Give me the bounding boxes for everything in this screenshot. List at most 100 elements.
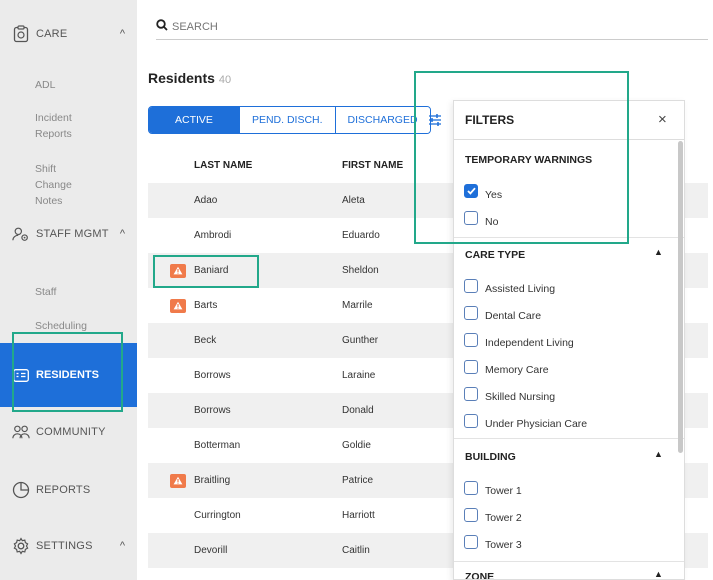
caret-up-icon[interactable]: ▲ bbox=[654, 569, 663, 579]
close-icon[interactable]: × bbox=[658, 112, 667, 127]
option-label: Skilled Nursing bbox=[485, 391, 556, 403]
option-label: Tower 1 bbox=[485, 485, 522, 497]
page-title: Residents 40 bbox=[148, 70, 231, 86]
checkbox[interactable] bbox=[464, 535, 478, 549]
cell-last-name: Braitling bbox=[194, 475, 231, 486]
checkbox[interactable] bbox=[464, 279, 478, 293]
sidebar-item-staff[interactable]: Staff bbox=[35, 284, 56, 300]
checkbox-option-under-physician-care[interactable]: Under Physician Care bbox=[464, 412, 587, 430]
checkbox[interactable] bbox=[464, 306, 478, 320]
checkbox[interactable] bbox=[464, 508, 478, 522]
section-heading-zone: ZONE bbox=[465, 571, 495, 580]
cell-last-name: Barts bbox=[194, 300, 218, 311]
checkbox[interactable] bbox=[464, 333, 478, 347]
cell-first-name: Goldie bbox=[342, 440, 371, 451]
checkbox-option-no[interactable]: No bbox=[464, 208, 498, 228]
checkbox-option-memory-care[interactable]: Memory Care bbox=[464, 358, 549, 376]
caret-up-icon[interactable]: ▲ bbox=[654, 247, 663, 257]
checkbox-option-skilled-nursing[interactable]: Skilled Nursing bbox=[464, 385, 555, 403]
warning-icon bbox=[170, 263, 186, 278]
chevron-up-icon[interactable]: ^ bbox=[120, 540, 125, 552]
option-label: Yes bbox=[485, 189, 503, 201]
section-heading-care-type: CARE TYPE bbox=[465, 249, 526, 261]
sidebar-section-community[interactable]: COMMUNITY bbox=[0, 420, 137, 444]
checkbox-option-tower-2[interactable]: Tower 2 bbox=[464, 506, 522, 524]
cell-first-name: Marrile bbox=[342, 300, 373, 311]
filters-panel: FILTERS × TEMPORARY WARNINGS Yes No CARE… bbox=[453, 100, 685, 580]
scrollbar-thumb[interactable] bbox=[678, 141, 683, 453]
cell-last-name: Currington bbox=[194, 510, 241, 521]
id-card-icon bbox=[12, 366, 30, 384]
pie-chart-icon bbox=[12, 481, 30, 499]
search-bar bbox=[156, 14, 708, 40]
search-icon[interactable] bbox=[156, 18, 168, 36]
cell-last-name: Beck bbox=[194, 335, 217, 346]
cell-last-name: Adao bbox=[194, 195, 218, 206]
divider bbox=[454, 561, 684, 562]
filters-scrollbar[interactable] bbox=[677, 141, 683, 579]
option-label: Tower 2 bbox=[485, 512, 522, 524]
cell-first-name: Harriott bbox=[342, 510, 375, 521]
checkbox-option-assisted-living[interactable]: Assisted Living bbox=[464, 277, 555, 295]
checkbox[interactable] bbox=[464, 387, 478, 401]
resident-count: 40 bbox=[218, 74, 232, 86]
sidebar-section-staff-mgmt[interactable]: STAFF MGMT ^ bbox=[0, 222, 137, 246]
sidebar-section-label: COMMUNITY bbox=[36, 426, 106, 438]
chevron-up-icon[interactable]: ^ bbox=[120, 228, 125, 240]
cell-last-name: Botterman bbox=[194, 440, 241, 451]
checkbox-option-independent-living[interactable]: Independent Living bbox=[464, 331, 574, 349]
filter-sliders-icon[interactable] bbox=[428, 113, 442, 132]
sidebar-section-care[interactable]: CARE ^ bbox=[0, 22, 137, 46]
sidebar-section-settings[interactable]: SETTINGS ^ bbox=[0, 534, 137, 558]
cell-first-name: Laraine bbox=[342, 370, 376, 381]
checkbox[interactable] bbox=[464, 414, 478, 428]
checkbox-option-yes[interactable]: Yes bbox=[464, 181, 502, 201]
sidebar-section-label: REPORTS bbox=[36, 484, 91, 496]
option-label: Dental Care bbox=[485, 310, 542, 322]
tab-discharged[interactable]: DISCHARGED bbox=[335, 107, 430, 133]
option-label: Under Physician Care bbox=[485, 418, 588, 430]
cell-last-name: Borrows bbox=[194, 370, 231, 381]
tab-pend-disch[interactable]: PEND. DISCH. bbox=[239, 107, 336, 133]
option-label: No bbox=[485, 216, 499, 228]
checkbox[interactable] bbox=[464, 360, 478, 374]
people-icon bbox=[12, 423, 30, 441]
option-label: Assisted Living bbox=[485, 283, 556, 295]
checkbox[interactable] bbox=[464, 481, 478, 495]
tab-active[interactable]: ACTIVE bbox=[149, 107, 240, 133]
cell-first-name: Aleta bbox=[342, 195, 365, 206]
section-heading-building: BUILDING bbox=[465, 451, 516, 463]
warning-icon bbox=[170, 298, 186, 313]
cell-last-name: Ambrodi bbox=[194, 230, 232, 241]
cell-first-name: Donald bbox=[342, 405, 374, 416]
sidebar-item-residents[interactable]: RESIDENTS bbox=[0, 343, 137, 407]
page-title-text: Residents bbox=[148, 70, 215, 86]
checkbox[interactable] bbox=[464, 211, 478, 225]
column-header-last-name[interactable]: LAST NAME bbox=[194, 160, 252, 171]
warning-icon bbox=[170, 473, 186, 488]
cell-last-name: Baniard bbox=[194, 265, 229, 276]
sidebar-item-shift-change-notes[interactable]: Shift Change Notes bbox=[35, 161, 85, 209]
checkbox-checked[interactable] bbox=[464, 184, 478, 198]
filters-header: FILTERS × bbox=[454, 101, 684, 140]
cell-first-name: Patrice bbox=[342, 475, 374, 486]
checkbox-option-tower-1[interactable]: Tower 1 bbox=[464, 479, 522, 497]
search-input[interactable] bbox=[172, 20, 472, 33]
sidebar-item-label: RESIDENTS bbox=[36, 369, 99, 381]
divider bbox=[454, 438, 684, 439]
sidebar-item-adl[interactable]: ADL bbox=[35, 77, 55, 93]
sidebar-item-scheduling[interactable]: Scheduling bbox=[35, 318, 87, 334]
checkbox-option-dental-care[interactable]: Dental Care bbox=[464, 304, 541, 322]
option-label: Memory Care bbox=[485, 364, 549, 376]
clipboard-icon bbox=[12, 25, 30, 43]
column-header-first-name[interactable]: FIRST NAME bbox=[342, 160, 403, 171]
checkbox-option-tower-3[interactable]: Tower 3 bbox=[464, 533, 522, 551]
sidebar: CARE ^ ADL Incident Reports Shift Change… bbox=[0, 0, 137, 580]
sidebar-section-reports[interactable]: REPORTS bbox=[0, 478, 137, 502]
cell-first-name: Caitlin bbox=[342, 545, 370, 556]
cell-last-name: Borrows bbox=[194, 405, 231, 416]
sidebar-item-incident-reports[interactable]: Incident Reports bbox=[35, 110, 95, 142]
caret-up-icon[interactable]: ▲ bbox=[654, 449, 663, 459]
chevron-up-icon[interactable]: ^ bbox=[120, 28, 125, 40]
filters-title: FILTERS bbox=[465, 113, 515, 127]
